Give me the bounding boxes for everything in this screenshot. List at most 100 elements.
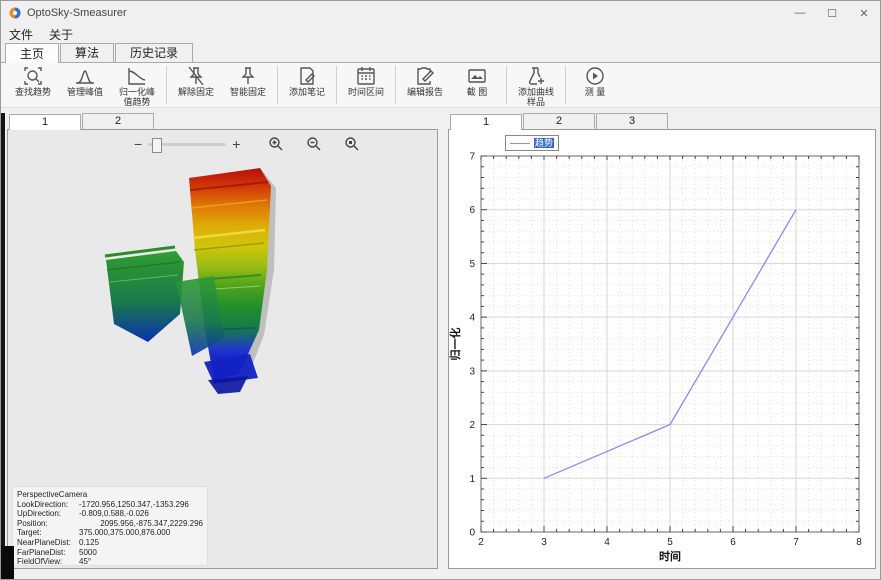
svg-text:1: 1 [469,474,475,485]
find-trend-icon [22,65,44,87]
add-curve-sample-icon [525,65,547,87]
desktop-edge [1,113,5,580]
camera-row: NearPlaneDist: 0.125 [17,538,203,548]
svg-text:6: 6 [730,537,736,548]
zoom-fit-icon [344,136,360,152]
toolbar-label: 归一化峰 [119,87,155,97]
smart-pin-button[interactable]: 智能固定 [222,64,274,106]
unpin-icon [185,65,207,87]
tab-algorithm[interactable]: 算法 [60,43,114,62]
legend-line-sample [510,143,530,144]
zoom-slider-thumb[interactable] [152,138,162,153]
toolbar-label: 管理峰值 [67,87,103,97]
toolbar-separator [336,66,337,104]
time-range-icon [355,65,377,87]
camera-title: PerspectiveCamera [17,490,203,500]
camera-row: FieldOfView: 45° [17,557,203,567]
svg-text:7: 7 [469,152,475,163]
maximize-button[interactable]: ☐ [816,1,848,25]
toolbar-label: 查找趋势 [15,87,51,97]
desktop-edge [1,546,14,580]
viewport-tab-strip: 1 2 [9,111,155,129]
toolbar-separator [277,66,278,104]
toolbar-label: 添加曲线 [518,87,554,97]
chart-legend[interactable]: 趋势 [505,135,559,151]
camera-row: LookDirection: -1720.956,1250.347,-1353.… [17,500,203,510]
zoom-out-button[interactable] [306,136,322,152]
measure-button[interactable]: 测 量 [569,64,621,106]
window-title: OptoSky-Smeasurer [27,7,127,19]
toolbar-label: 样品 [527,97,545,107]
screenshot-button[interactable]: 截 图 [451,64,503,106]
add-curve-sample-button[interactable]: 添加曲线 样品 [510,64,562,106]
ribbon-toolbar: 查找趋势 管理峰值 归一化峰 值趋势 解除固定 智能固定 [1,62,880,108]
measure-icon [584,65,606,87]
chart-tab-1[interactable]: 1 [450,114,522,130]
svg-text:3: 3 [469,366,475,377]
svg-text:归一化: 归一化 [449,328,462,361]
toolbar-label: 截 图 [467,87,488,97]
svg-text:2: 2 [478,537,484,548]
trend-chart-panel: 趋势 234567801234567时间归一化 [448,129,876,569]
edit-report-button[interactable]: 编辑报告 [399,64,451,106]
add-note-button[interactable]: 添加笔记 [281,64,333,106]
tab-history[interactable]: 历史记录 [115,43,193,62]
svg-text:2: 2 [469,420,475,431]
time-range-button[interactable]: 时间区间 [340,64,392,106]
find-trend-button[interactable]: 查找趋势 [7,64,59,106]
app-logo-icon [9,7,21,19]
viewport-tab-2[interactable]: 2 [82,113,154,129]
viewport-3d-panel: − + [7,129,438,569]
menu-about[interactable]: 关于 [41,26,81,43]
zoom-minus-button[interactable]: − [128,136,148,152]
svg-text:5: 5 [667,537,673,548]
toolbar-label: 值趋势 [123,97,150,107]
manage-peaks-button[interactable]: 管理峰值 [59,64,111,106]
toolbar-label: 添加笔记 [289,87,325,97]
toolbar-separator [166,66,167,104]
toolbar-label: 时间区间 [348,87,384,97]
app-window: OptoSky-Smeasurer — ☐ ✕ 文件 关于 主页 算法 历史记录… [0,0,881,580]
viewport-tab-1[interactable]: 1 [9,114,81,130]
viewport-zoom-controls: − + [128,136,360,152]
zoom-plus-button[interactable]: + [226,136,246,152]
svg-text:4: 4 [469,313,475,324]
close-button[interactable]: ✕ [848,1,880,25]
main-tab-strip: 主页 算法 历史记录 [5,43,194,62]
add-note-icon [296,65,318,87]
zoom-slider[interactable] [148,143,226,146]
toolbar-separator [506,66,507,104]
menu-file[interactable]: 文件 [1,26,41,43]
toolbar-label: 解除固定 [178,87,214,97]
screenshot-icon [466,65,488,87]
camera-row: FarPlaneDist: 5000 [17,548,203,558]
title-bar: OptoSky-Smeasurer — ☐ ✕ [1,1,880,25]
svg-text:6: 6 [469,205,475,216]
svg-text:5: 5 [469,259,475,270]
unpin-button[interactable]: 解除固定 [170,64,222,106]
normalized-peak-trend-button[interactable]: 归一化峰 值趋势 [111,64,163,106]
chart-tab-2[interactable]: 2 [523,113,595,129]
camera-row: UpDirection: -0.809,0.588,-0.026 [17,509,203,519]
toolbar-label: 智能固定 [230,87,266,97]
trend-line-chart[interactable]: 234567801234567时间归一化 [449,130,875,568]
svg-text:3: 3 [541,537,547,548]
menu-bar: 文件 关于 [1,25,880,43]
svg-text:7: 7 [793,537,799,548]
toolbar-label: 编辑报告 [407,87,443,97]
edit-report-icon [414,65,436,87]
tab-home[interactable]: 主页 [5,43,59,63]
chart-tab-3[interactable]: 3 [596,113,668,129]
legend-series-label: 趋势 [534,138,554,148]
zoom-fit-button[interactable] [344,136,360,152]
zoom-in-button[interactable] [268,136,284,152]
normalized-peak-trend-icon [126,65,148,87]
camera-row: Target: 375.000,375.000,876.000 [17,528,203,538]
minimize-button[interactable]: — [784,1,816,25]
svg-text:8: 8 [856,537,862,548]
zoom-in-icon [268,136,284,152]
svg-text:0: 0 [469,528,475,539]
camera-row: Position: 2095.956,-875.347,2229.296 [17,519,203,529]
svg-text:时间: 时间 [659,549,681,563]
chart-tab-strip: 1 2 3 [450,111,669,129]
